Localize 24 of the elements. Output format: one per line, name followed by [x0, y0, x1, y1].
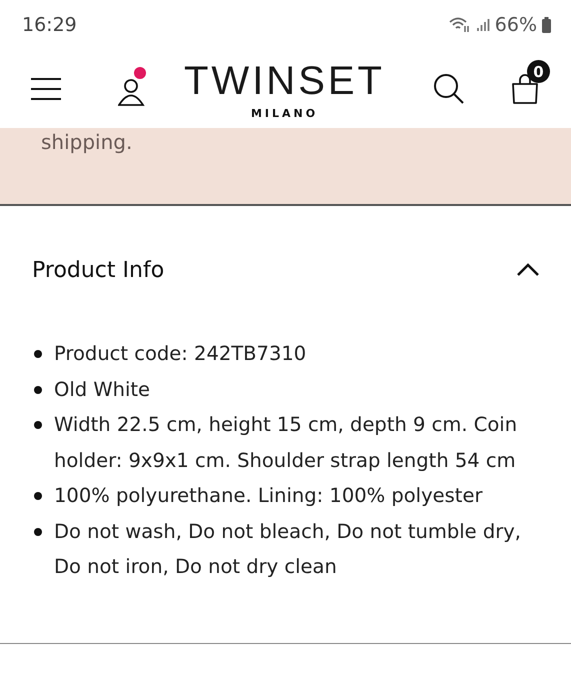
signal-icon — [476, 18, 490, 32]
menu-icon[interactable] — [31, 78, 61, 100]
bullet-icon — [34, 386, 42, 394]
chevron-icon — [516, 263, 540, 277]
status-time: 16:29 — [22, 14, 77, 36]
brand-logo[interactable]: TWINSET — [184, 58, 385, 102]
product-detail: 100% polyurethane. Lining: 100% polyester — [54, 483, 482, 509]
product-detail: Do not wash, Do not bleach, Do not tumble dry, Do not iron, Do not dry clean — [54, 518, 522, 580]
bullet-icon — [34, 528, 42, 536]
cart-count-badge: 0 — [527, 60, 550, 83]
bullet-icon — [34, 421, 42, 429]
battery-level: 66% — [494, 14, 537, 36]
brand-subtitle: MILANO — [250, 106, 318, 120]
battery-icon — [542, 17, 551, 33]
banner-text: shipping. — [41, 130, 132, 154]
product-detail: Width 22.5 cm, height 15 cm, depth 9 cm. Coin holder: 9x9x1 cm. Shoulder strap length 54 cm — [54, 412, 518, 474]
accordion-header[interactable]: Product Info — [0, 206, 571, 284]
bullet-icon — [34, 350, 42, 358]
search-icon[interactable] — [433, 73, 465, 105]
section-title: Product Info — [32, 258, 164, 282]
product-detail: Old White — [54, 376, 150, 402]
bullet-icon — [34, 492, 42, 500]
product-detail: Product code: 242TB7310 — [54, 341, 306, 367]
wifi-icon — [448, 17, 471, 33]
